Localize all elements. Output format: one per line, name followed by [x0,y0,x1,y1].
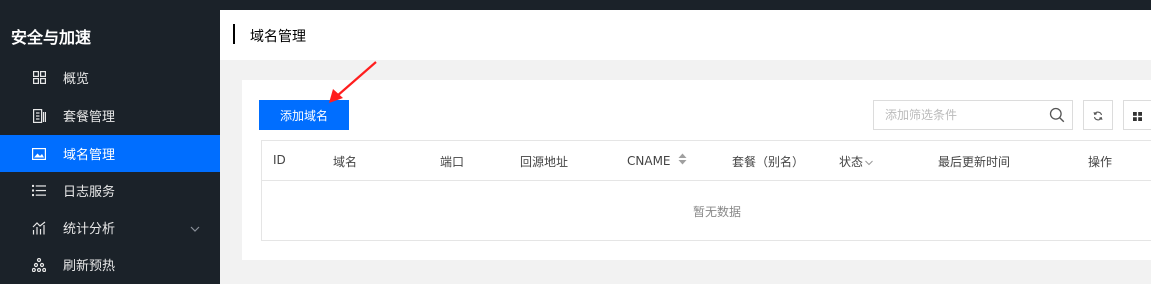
sidebar-item-refresh[interactable]: 刷新预热 [0,246,220,283]
sidebar-item-logs[interactable]: 日志服务 [0,172,220,209]
sidebar-item-label: 刷新预热 [63,259,116,274]
sidebar-item-label: 日志服务 [63,185,116,200]
sidebar: 安全与加速 概览 套餐管理 域名管理 日志服务 统计分析 刷新预热 [0,0,220,284]
domain-table: ID 域名 端口 回源地址 CNAME 套餐（别名） 状态 最后更新时间 操作 … [261,140,1151,241]
sidebar-item-label: 套餐管理 [63,110,116,125]
chart-icon [32,221,46,235]
page-title: 域名管理 [250,29,306,45]
sidebar-item-label: 域名管理 [63,148,116,163]
tree-icon [32,257,46,272]
column-header-cname-label: CNAME [627,153,671,168]
image-icon [32,147,46,161]
filter-chevron-icon[interactable] [865,155,873,169]
column-header-status[interactable]: 状态 [839,153,873,170]
sidebar-item-domain[interactable]: 域名管理 [0,135,220,172]
grid-view-icon [1133,106,1142,125]
refresh-button[interactable] [1083,100,1113,130]
sidebar-item-package[interactable]: 套餐管理 [0,97,220,134]
brand-title: 安全与加速 [11,28,92,47]
column-header-domain: 域名 [333,155,358,169]
column-header-port: 端口 [440,155,465,169]
empty-state-text: 暂无数据 [692,205,741,219]
annotation-arrow [329,61,377,103]
chevron-down-icon[interactable] [190,223,200,233]
view-settings-button[interactable] [1123,100,1151,130]
refresh-icon [1093,106,1103,125]
filter-search [873,100,1073,130]
table-header: ID 域名 端口 回源地址 CNAME 套餐（别名） 状态 最后更新时间 操作 [262,141,1151,181]
page-header: 域名管理 [220,10,1151,60]
sidebar-item-analytics[interactable]: 统计分析 [0,209,220,246]
column-header-updated: 最后更新时间 [938,155,1011,169]
column-header-origin: 回源地址 [520,155,569,169]
column-header-status-label: 状态 [839,155,864,169]
grid-icon [32,71,46,85]
sidebar-item-label: 统计分析 [63,222,116,237]
column-header-actions: 操作 [1088,155,1113,169]
sidebar-item-overview[interactable]: 概览 [0,59,220,96]
column-header-package: 套餐（别名） [732,155,805,169]
top-bar [220,0,1151,10]
search-input[interactable] [874,101,1044,129]
column-header-cname[interactable]: CNAME [627,153,687,168]
title-accent-bar [233,24,235,44]
list-icon [32,184,46,198]
search-icon[interactable] [1049,107,1065,123]
package-icon [32,108,46,123]
column-header-id: ID [273,153,286,167]
sort-icon[interactable] [678,153,687,168]
sidebar-item-label: 概览 [63,72,90,87]
